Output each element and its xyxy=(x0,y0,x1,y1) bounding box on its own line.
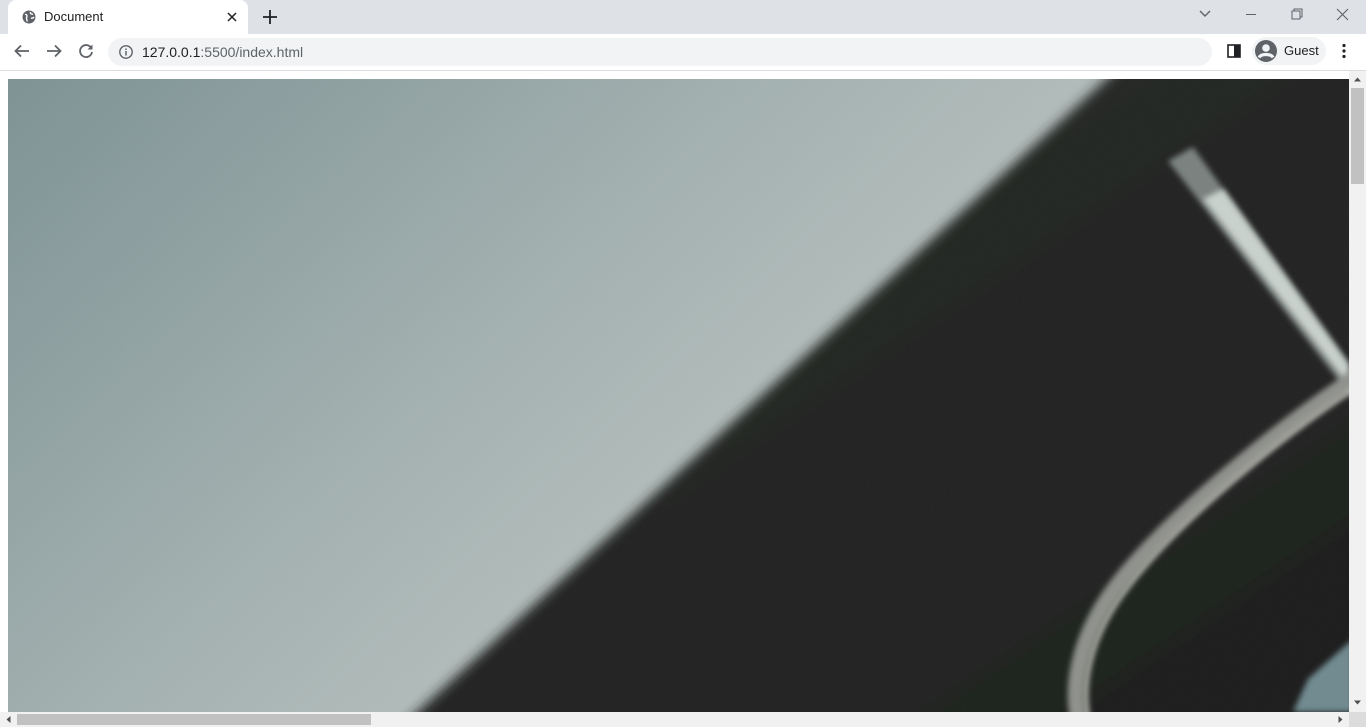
window-close-button[interactable] xyxy=(1320,0,1366,30)
plus-icon xyxy=(258,5,282,29)
close-icon[interactable] xyxy=(224,9,240,25)
back-button[interactable] xyxy=(8,37,36,65)
globe-icon xyxy=(21,9,37,25)
scroll-down-arrow-icon[interactable] xyxy=(1350,695,1365,710)
browser-window: Document 127.0.0.1:5500/index.html Guest xyxy=(0,0,1366,727)
minimize-icon xyxy=(1228,0,1274,30)
vertical-scrollbar-thumb[interactable] xyxy=(1351,88,1364,184)
restore-icon xyxy=(1274,0,1320,30)
reload-button[interactable] xyxy=(72,37,100,65)
scroll-right-arrow-icon[interactable] xyxy=(1333,712,1348,727)
url-host: 127.0.0.1 xyxy=(142,44,201,60)
address-bar[interactable]: 127.0.0.1:5500/index.html xyxy=(108,38,1212,66)
tab-search-button[interactable] xyxy=(1182,0,1228,30)
minimize-button[interactable] xyxy=(1228,0,1274,30)
url-text[interactable]: 127.0.0.1:5500/index.html xyxy=(142,44,303,60)
tab-title: Document xyxy=(44,9,104,24)
horizontal-scrollbar-thumb[interactable] xyxy=(17,714,371,725)
info-icon[interactable] xyxy=(118,44,134,60)
url-path: :5500/index.html xyxy=(200,44,304,60)
scrollbar-corner xyxy=(1349,712,1366,727)
avatar-icon xyxy=(1254,39,1278,63)
profile-label: Guest xyxy=(1284,43,1319,58)
close-icon xyxy=(1320,0,1366,30)
hero-photo xyxy=(8,79,1349,712)
tab-strip: Document xyxy=(0,0,1366,34)
chevron-down-icon xyxy=(1182,0,1228,30)
scroll-up-arrow-icon[interactable] xyxy=(1350,72,1365,87)
profile-button[interactable]: Guest xyxy=(1252,37,1326,65)
restore-button[interactable] xyxy=(1274,0,1320,30)
page-viewport[interactable] xyxy=(0,71,1366,727)
side-panel-button[interactable] xyxy=(1220,37,1248,65)
browser-toolbar: 127.0.0.1:5500/index.html Guest xyxy=(0,34,1366,71)
forward-button[interactable] xyxy=(40,37,68,65)
new-tab-button[interactable] xyxy=(258,5,282,29)
tab-document[interactable]: Document xyxy=(8,0,248,34)
browser-menu-button[interactable] xyxy=(1330,37,1358,65)
scroll-left-arrow-icon[interactable] xyxy=(1,712,16,727)
